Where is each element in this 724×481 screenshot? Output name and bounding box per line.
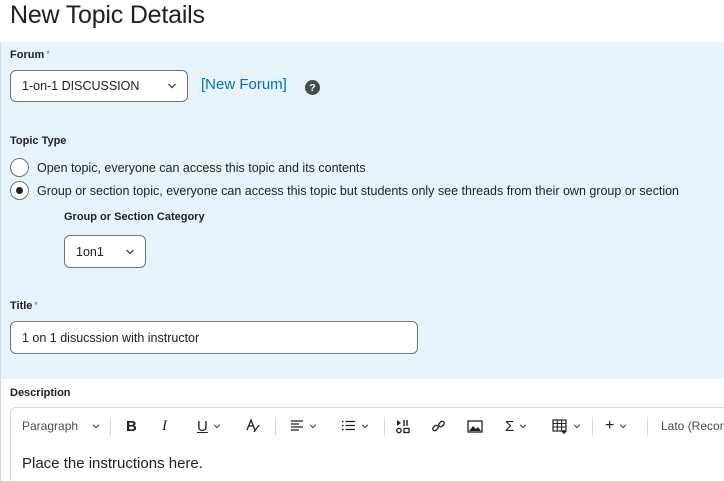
- text-format-button[interactable]: [245, 408, 261, 444]
- bold-button[interactable]: B: [126, 408, 137, 444]
- forum-label: Forum *: [10, 49, 50, 61]
- forum-label-text: Forum: [10, 49, 45, 61]
- insert-media-button[interactable]: [396, 408, 411, 444]
- italic-button[interactable]: I: [162, 408, 167, 444]
- insert-more-button[interactable]: +: [605, 408, 627, 444]
- insert-link-button[interactable]: [431, 408, 446, 444]
- toolbar-divider: [275, 417, 276, 436]
- required-marker: *: [46, 49, 50, 59]
- image-icon: [467, 419, 483, 433]
- radio-group-topic-label: Group or section topic, everyone can acc…: [37, 183, 680, 198]
- equation-button[interactable]: Σ: [505, 408, 527, 444]
- list-icon: [342, 420, 355, 431]
- editor-left-border: [10, 445, 11, 481]
- table-button[interactable]: [552, 408, 581, 444]
- radio-group-topic[interactable]: Group or section topic, everyone can acc…: [10, 181, 679, 200]
- radio-button-selected[interactable]: [10, 181, 29, 200]
- toolbar-divider: [384, 417, 385, 436]
- chevron-down-icon: [213, 424, 221, 429]
- chevron-down-icon: [168, 83, 176, 89]
- underline-button[interactable]: U: [197, 408, 221, 444]
- new-forum-link[interactable]: [New Forum]: [201, 76, 287, 93]
- forum-select-value: 1-on-1 DISCUSSION: [22, 79, 140, 93]
- media-icon: [396, 419, 410, 433]
- group-category-select[interactable]: 1on1: [64, 235, 146, 268]
- toolbar-divider: [110, 417, 111, 436]
- group-category-label: Group or Section Category: [64, 211, 205, 223]
- title-input-value: 1 on 1 disucssion with instructor: [22, 330, 200, 345]
- chevron-down-icon: [309, 424, 317, 429]
- format-select[interactable]: Paragraph: [22, 408, 100, 444]
- description-label: Description: [10, 387, 71, 399]
- topic-type-label: Topic Type: [10, 135, 67, 147]
- list-button[interactable]: [341, 408, 369, 444]
- toolbar-divider: [592, 417, 593, 436]
- title-label-text: Title: [10, 300, 33, 312]
- underline-glyph: U: [197, 417, 208, 435]
- chevron-down-icon: [126, 249, 134, 254]
- radio-open-topic-label: Open topic, everyone can access this top…: [37, 160, 366, 175]
- plus-icon: +: [605, 417, 615, 434]
- link-icon: [432, 420, 445, 431]
- chevron-down-icon: [620, 424, 627, 429]
- table-icon: [552, 418, 567, 434]
- sigma-icon: Σ: [505, 417, 515, 435]
- radio-button[interactable]: [10, 158, 29, 177]
- chevron-down-icon: [573, 424, 581, 429]
- title-label: Title *: [10, 300, 38, 312]
- align-button[interactable]: [290, 408, 317, 444]
- toolbar-divider: [647, 417, 648, 436]
- text-style-icon: [246, 418, 260, 433]
- forum-select[interactable]: 1-on-1 DISCUSSION: [10, 70, 188, 102]
- radio-open-topic[interactable]: Open topic, everyone can access this top…: [10, 158, 366, 177]
- chevron-down-icon: [520, 424, 527, 429]
- font-select[interactable]: Lato (Recom...: [661, 408, 724, 444]
- required-marker: *: [34, 300, 38, 310]
- page-title: New Topic Details: [10, 1, 205, 29]
- title-input[interactable]: 1 on 1 disucssion with instructor: [10, 321, 418, 354]
- insert-image-button[interactable]: [467, 408, 483, 444]
- chevron-down-icon: [361, 424, 369, 429]
- format-select-value: Paragraph: [22, 419, 79, 433]
- description-editor[interactable]: Place the instructions here.: [22, 455, 203, 472]
- align-left-icon: [291, 420, 303, 431]
- group-category-value: 1on1: [76, 244, 104, 259]
- editor-toolbar: Paragraph B I U Σ + Lato (Reco: [10, 407, 724, 445]
- chevron-down-icon: [92, 424, 100, 429]
- help-icon[interactable]: ?: [305, 80, 320, 95]
